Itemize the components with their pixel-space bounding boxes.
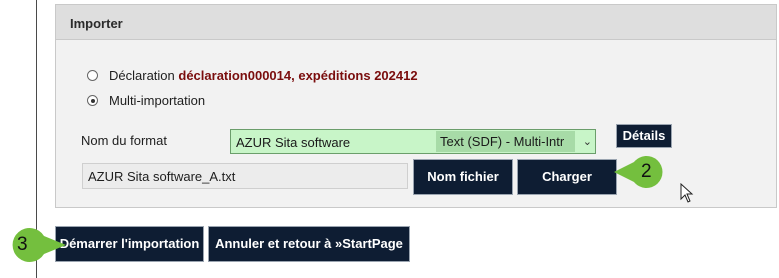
option-declaration-label: Déclaration bbox=[109, 68, 175, 83]
load-button[interactable]: Charger bbox=[517, 159, 617, 195]
radio-declaration[interactable] bbox=[87, 70, 98, 81]
radio-multi-import[interactable] bbox=[87, 95, 98, 106]
chevron-down-icon: ⌄ bbox=[582, 136, 592, 148]
radio-selected-dot bbox=[90, 98, 95, 103]
filename-button[interactable]: Nom fichier bbox=[413, 159, 513, 195]
option-multi-import-label: Multi-importation bbox=[109, 93, 206, 108]
step-3-number: 3 bbox=[17, 234, 28, 255]
step-2-number: 2 bbox=[641, 161, 652, 182]
option-declaration-text: Déclaration déclaration000014, expéditio… bbox=[109, 68, 418, 83]
start-import-button[interactable]: Démarrer l'importation bbox=[55, 226, 204, 262]
option-declaration-detail: déclaration000014, expéditions 202412 bbox=[178, 68, 418, 83]
step-3-callout bbox=[12, 228, 67, 262]
details-button[interactable]: Détails bbox=[616, 124, 672, 148]
format-label: Nom du format bbox=[81, 133, 167, 148]
format-select[interactable]: AZUR Sita software Text (SDF) - Multi-In… bbox=[230, 129, 596, 154]
mouse-cursor-icon bbox=[680, 183, 694, 203]
cancel-return-button[interactable]: Annuler et retour à »StartPage bbox=[208, 226, 410, 262]
format-selected-name: AZUR Sita software bbox=[236, 135, 351, 150]
format-selected-type: Text (SDF) - Multi-Intr bbox=[436, 131, 575, 152]
panel-title: Importer bbox=[70, 16, 123, 31]
panel-header: Importer bbox=[56, 5, 776, 40]
filename-field[interactable]: AZUR Sita software_A.txt bbox=[82, 163, 408, 189]
